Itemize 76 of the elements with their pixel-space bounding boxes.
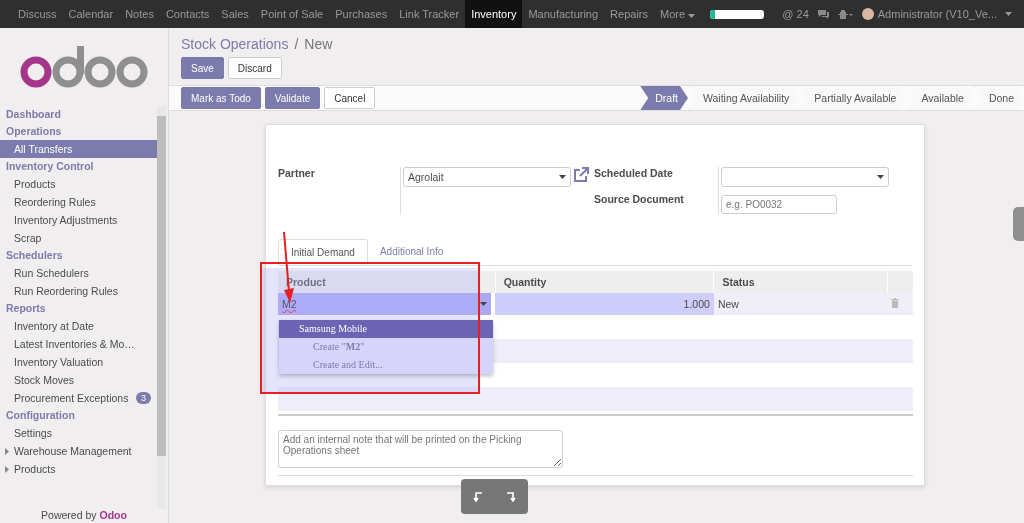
caret-icon <box>480 302 487 306</box>
breadcrumb-current: New <box>304 36 333 52</box>
caret-icon[interactable] <box>1005 12 1012 16</box>
count-badge: 3 <box>136 392 151 404</box>
quantity-field[interactable]: 1.000 <box>495 293 714 315</box>
app-menu-item[interactable]: Purchases <box>329 0 394 28</box>
tab[interactable]: Initial Demand <box>278 239 368 265</box>
more-menu[interactable]: More <box>654 0 702 28</box>
sidebar-item[interactable]: Latest Inventories & Mo… <box>0 335 157 353</box>
scrollbar[interactable] <box>157 106 166 509</box>
app-menu-item[interactable]: Link Tracker <box>393 0 466 28</box>
sidebar-item[interactable]: Reordering Rules <box>0 193 157 211</box>
menu-section-title[interactable]: Reports <box>0 300 157 317</box>
sidebar-item[interactable]: All Transfers <box>0 140 157 158</box>
action-button[interactable]: Mark as Todo <box>181 87 261 109</box>
note-field[interactable]: Add an internal note that will be printed on the Picking Operations sheet <box>278 430 563 468</box>
sidebar-item[interactable]: Run Reordering Rules <box>0 282 157 300</box>
discard-button[interactable]: Discard <box>227 57 282 79</box>
avatar-icon[interactable] <box>861 8 874 20</box>
field-label: Source Document <box>594 193 685 205</box>
app-menu-item[interactable]: Inventory <box>465 0 523 28</box>
action-button[interactable]: Validate <box>264 87 321 109</box>
product-field[interactable]: M2 <box>278 293 491 315</box>
menu-section-title[interactable]: Inventory Control <box>0 158 157 175</box>
undo-arrow-icon[interactable] <box>472 491 483 502</box>
column-header[interactable]: Quantity <box>495 271 714 293</box>
app-menu-item[interactable]: Notes <box>119 0 160 28</box>
caret-icon <box>559 175 566 179</box>
bug-icon[interactable] <box>837 8 854 20</box>
breadcrumb-separator: / <box>294 36 299 52</box>
tab[interactable]: Additional Info <box>367 239 456 265</box>
sidebar-item[interactable]: Settings <box>0 424 157 442</box>
sidebar-item[interactable]: Procurement Exceptions 3 <box>0 389 157 407</box>
caret-icon <box>877 175 884 179</box>
expand-arrow-icon[interactable] <box>5 447 9 455</box>
sidebar-item[interactable]: Inventory Valuation <box>0 353 157 371</box>
mentions-counter[interactable]: @ 24 <box>782 8 809 20</box>
sidebar-item[interactable]: Stock Moves <box>0 371 157 389</box>
field-label: Scheduled Date <box>594 167 674 179</box>
app-menu-item[interactable]: Contacts <box>159 0 216 28</box>
powered-by-text: Powered by Odoo <box>40 509 128 523</box>
field-label: Partner <box>278 167 316 181</box>
app-menu-item[interactable]: Point of Sale <box>254 0 330 28</box>
menu-section-title[interactable]: Dashboard <box>0 106 157 123</box>
sidebar-item[interactable]: Inventory Adjustments <box>0 211 157 229</box>
app-menu-item[interactable]: Calendar <box>62 0 120 28</box>
sidebar-item[interactable]: Products <box>0 175 157 193</box>
menu-section-title[interactable]: Configuration <box>0 407 157 424</box>
chat-icon[interactable] <box>816 8 830 20</box>
table-cell: New <box>713 293 888 315</box>
redo-arrow-icon[interactable] <box>506 491 517 502</box>
action-button[interactable]: Cancel <box>324 87 376 109</box>
app-menu-item[interactable]: Discuss <box>12 0 63 28</box>
save-button[interactable]: Save <box>181 57 224 79</box>
app-menu-item[interactable]: Repairs <box>604 0 654 28</box>
breadcrumb-link[interactable]: Stock Operations <box>181 36 289 52</box>
user-menu[interactable]: Administrator (V10_Ve... <box>877 8 997 20</box>
app-menu-item[interactable]: Manufacturing <box>522 0 605 28</box>
sidebar-item[interactable]: Scrap <box>0 229 157 247</box>
sidebar-item[interactable]: Run Schedulers <box>0 264 157 282</box>
side-handle[interactable] <box>1013 207 1024 241</box>
sidebar-item[interactable]: Warehouse Management <box>0 442 157 460</box>
dropdown-option[interactable]: Samsung Mobile <box>279 320 493 338</box>
sidebar-item[interactable]: Products <box>0 460 157 478</box>
caret-icon <box>688 14 696 18</box>
expand-arrow-icon[interactable] <box>5 465 9 473</box>
app-menu-item[interactable]: Sales <box>215 0 255 28</box>
status-step[interactable]: Draft <box>640 86 688 110</box>
partner-select[interactable]: Agrolait <box>403 167 571 187</box>
menu-section-title[interactable]: Schedulers <box>0 247 157 264</box>
external-link-icon[interactable] <box>573 167 589 183</box>
column-header[interactable]: Status <box>713 271 888 293</box>
menu-section-title[interactable]: Operations <box>0 123 157 140</box>
source-document-field[interactable]: e.g. PO0032 <box>721 195 837 214</box>
sidebar-item[interactable]: Inventory at Date <box>0 317 157 335</box>
dropdown-option[interactable]: Create and Edit... <box>279 356 493 374</box>
